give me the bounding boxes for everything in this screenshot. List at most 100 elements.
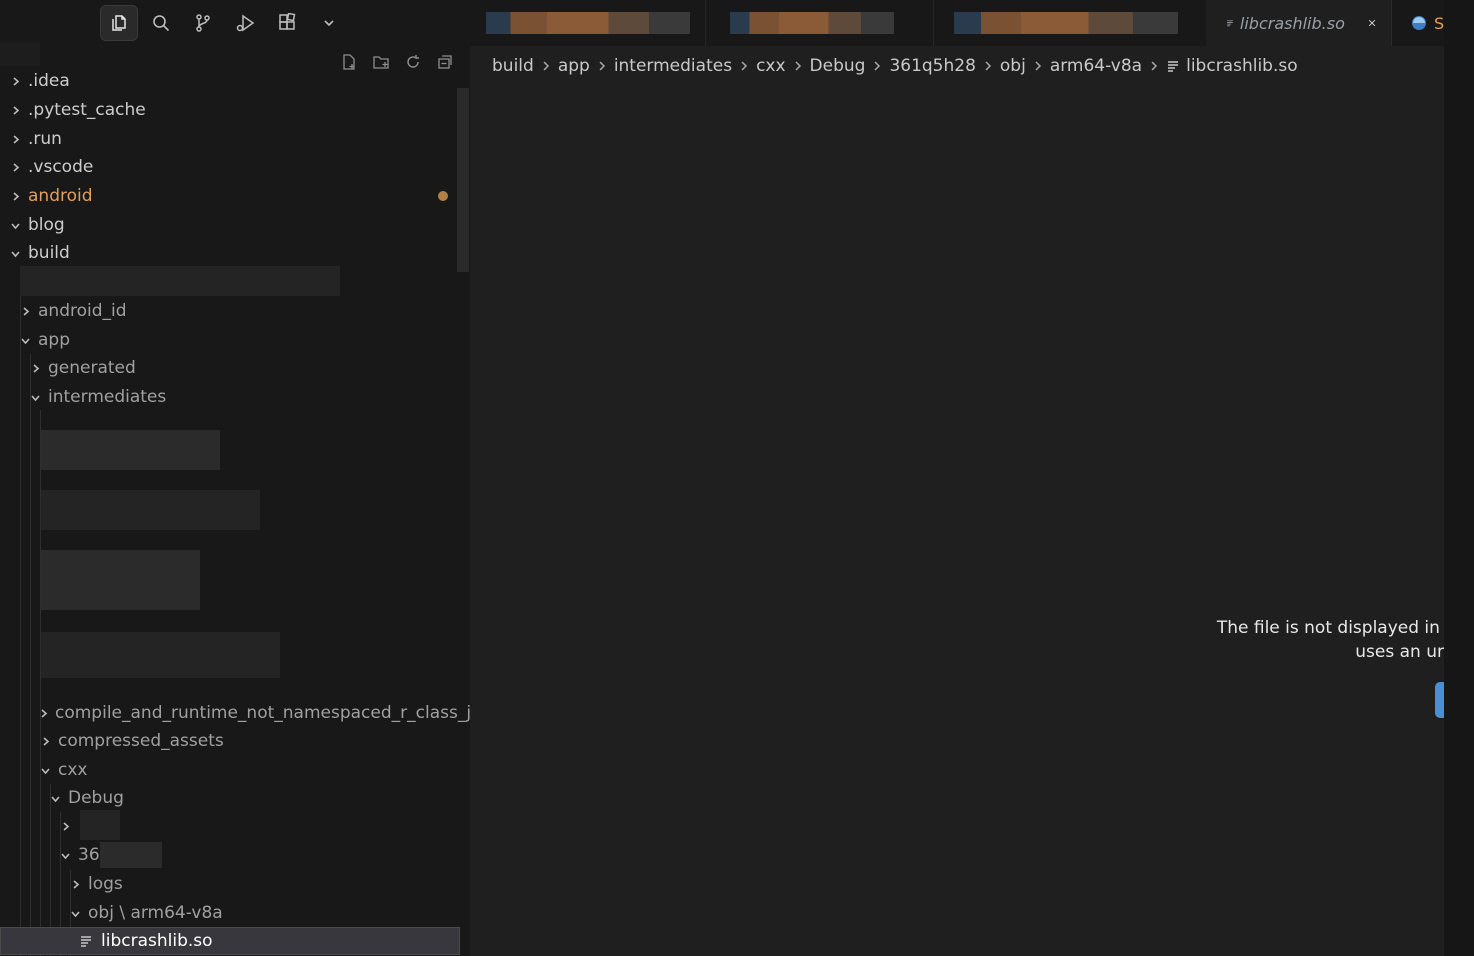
redacted-region bbox=[40, 430, 220, 470]
tree-item-label: 36 bbox=[78, 845, 100, 865]
tree-item[interactable]: compressed_assets bbox=[0, 727, 460, 755]
tab-next[interactable]: S bbox=[1392, 0, 1444, 46]
tree-item[interactable]: android_id bbox=[0, 297, 460, 325]
breadcrumb-label: obj bbox=[999, 56, 1026, 76]
chevron-down-icon[interactable] bbox=[38, 763, 52, 777]
chevron-right-icon bbox=[599, 61, 605, 71]
chevron-right-icon[interactable] bbox=[18, 304, 32, 318]
breadcrumb-item[interactable]: 361q5h28 bbox=[889, 56, 975, 76]
breadcrumb-item[interactable]: cxx bbox=[756, 56, 785, 76]
extensions-icon[interactable] bbox=[268, 5, 306, 41]
breadcrumb: build app intermediates cxx Debug 361q5h28 obj… bbox=[492, 56, 1298, 76]
chevron-right-icon[interactable] bbox=[8, 103, 22, 117]
tree-item[interactable]: generated bbox=[0, 354, 460, 382]
chevron-right-icon[interactable] bbox=[8, 160, 22, 174]
redacted-region bbox=[40, 490, 260, 530]
tree-item[interactable]: blog bbox=[0, 211, 460, 239]
tree-item-label: compile_and_runtime_not_namespaced_r_cla… bbox=[55, 703, 470, 723]
breadcrumb-item[interactable]: arm64-v8a bbox=[1050, 56, 1142, 76]
close-icon[interactable] bbox=[1367, 14, 1377, 32]
chevron-right-icon[interactable] bbox=[38, 734, 52, 748]
tree-item[interactable]: .run bbox=[0, 125, 460, 153]
unsupported-file-notice: The file is not displayed in t uses an u… bbox=[1170, 616, 1444, 664]
tab-redacted[interactable] bbox=[938, 0, 1202, 46]
tab-label: S bbox=[1434, 13, 1444, 33]
tree-item[interactable]: Debug bbox=[0, 784, 460, 812]
notice-line: uses an ur bbox=[1355, 642, 1444, 662]
chevron-right-icon[interactable] bbox=[28, 361, 42, 375]
redacted-tab-label bbox=[486, 12, 690, 34]
chevron-right-icon[interactable] bbox=[58, 819, 72, 833]
breadcrumb-item[interactable]: intermediates bbox=[614, 56, 732, 76]
tree-item-label: generated bbox=[48, 358, 136, 378]
chevron-down-icon[interactable] bbox=[310, 5, 348, 41]
chevron-down-icon[interactable] bbox=[8, 218, 22, 232]
tree-item[interactable]: build bbox=[0, 239, 460, 267]
tree-item[interactable]: .idea bbox=[0, 67, 460, 95]
breadcrumb-item[interactable]: Debug bbox=[810, 56, 866, 76]
explorer-sidebar: .idea .pytest_cache .run .vscode android blog… bbox=[0, 0, 470, 956]
tree-item-label: Debug bbox=[68, 788, 124, 808]
file-lines-icon bbox=[81, 936, 91, 947]
explorer-icon[interactable] bbox=[100, 5, 138, 41]
redacted-region bbox=[20, 266, 340, 296]
redacted-region bbox=[0, 42, 40, 66]
breadcrumb-item[interactable]: build bbox=[492, 56, 534, 76]
modified-dot bbox=[438, 191, 448, 201]
chevron-down-icon[interactable] bbox=[48, 791, 62, 805]
chevron-right-icon[interactable] bbox=[68, 877, 82, 891]
breadcrumb-item[interactable]: app bbox=[558, 56, 590, 76]
breadcrumb-label: app bbox=[557, 56, 590, 76]
tree-item[interactable]: libcrashlib.so bbox=[0, 927, 460, 955]
tree-item-label: compressed_assets bbox=[58, 731, 224, 751]
redacted-tab-label bbox=[954, 12, 1178, 34]
tree-item[interactable]: .pytest_cache bbox=[0, 96, 460, 124]
redacted-tab-label bbox=[730, 12, 894, 34]
tree-item[interactable]: 36 bbox=[0, 841, 460, 869]
chevron-down-icon[interactable] bbox=[58, 848, 72, 862]
breadcrumb-item[interactable]: libcrashlib.so bbox=[1166, 56, 1298, 76]
activity-bar bbox=[100, 4, 348, 42]
breadcrumb-label: 361q5h28 bbox=[889, 56, 976, 76]
tree-item[interactable]: compile_and_runtime_not_namespaced_r_cla… bbox=[0, 699, 470, 727]
chevron-down-icon[interactable] bbox=[8, 246, 22, 260]
tree-item[interactable]: obj \ arm64-v8a bbox=[0, 899, 460, 927]
breadcrumb-label: Debug bbox=[809, 56, 866, 76]
tree-item-label: cxx bbox=[58, 760, 88, 780]
browser-icon bbox=[1412, 16, 1426, 30]
chevron-down-icon[interactable] bbox=[68, 906, 82, 920]
chevron-right-icon bbox=[985, 61, 991, 71]
source-control-icon[interactable] bbox=[184, 5, 222, 41]
tree-item-label: build bbox=[28, 243, 70, 263]
tab-libcrashlib[interactable]: libcrashlib.so bbox=[1206, 0, 1392, 46]
open-anyway-button[interactable] bbox=[1435, 682, 1444, 718]
chevron-down-icon[interactable] bbox=[18, 333, 32, 347]
chevron-right-icon[interactable] bbox=[38, 706, 49, 720]
chevron-right-icon[interactable] bbox=[8, 189, 22, 203]
search-icon[interactable] bbox=[142, 5, 180, 41]
tree-item[interactable]: .vscode bbox=[0, 153, 460, 181]
window-edge bbox=[1444, 0, 1474, 956]
tree-item-label: .pytest_cache bbox=[28, 100, 146, 120]
redacted-region bbox=[40, 632, 280, 678]
tab-redacted[interactable] bbox=[470, 0, 706, 46]
tree-item-label: .idea bbox=[28, 71, 70, 91]
tree-item-label: intermediates bbox=[48, 387, 167, 407]
tree-item[interactable]: cxx bbox=[0, 756, 460, 784]
tree-item[interactable]: intermediates bbox=[0, 383, 460, 411]
chevron-right-icon[interactable] bbox=[8, 74, 22, 88]
tree-item-label: obj \ arm64-v8a bbox=[88, 903, 223, 923]
tree-item-label: app bbox=[38, 330, 70, 350]
chevron-right-icon bbox=[741, 61, 748, 71]
tree-item-label: libcrashlib.so bbox=[101, 931, 213, 951]
tab-redacted[interactable] bbox=[714, 0, 934, 46]
chevron-right-icon[interactable] bbox=[8, 132, 22, 146]
breadcrumb-item[interactable]: obj bbox=[1000, 56, 1026, 76]
tree-item[interactable]: logs bbox=[0, 870, 460, 898]
tree-item[interactable] bbox=[0, 812, 460, 840]
tree-item[interactable]: android bbox=[0, 182, 460, 210]
chevron-down-icon[interactable] bbox=[28, 390, 42, 404]
breadcrumb-label: libcrashlib.so bbox=[1186, 56, 1298, 76]
tree-item[interactable]: app bbox=[0, 326, 460, 354]
run-debug-icon[interactable] bbox=[226, 5, 264, 41]
